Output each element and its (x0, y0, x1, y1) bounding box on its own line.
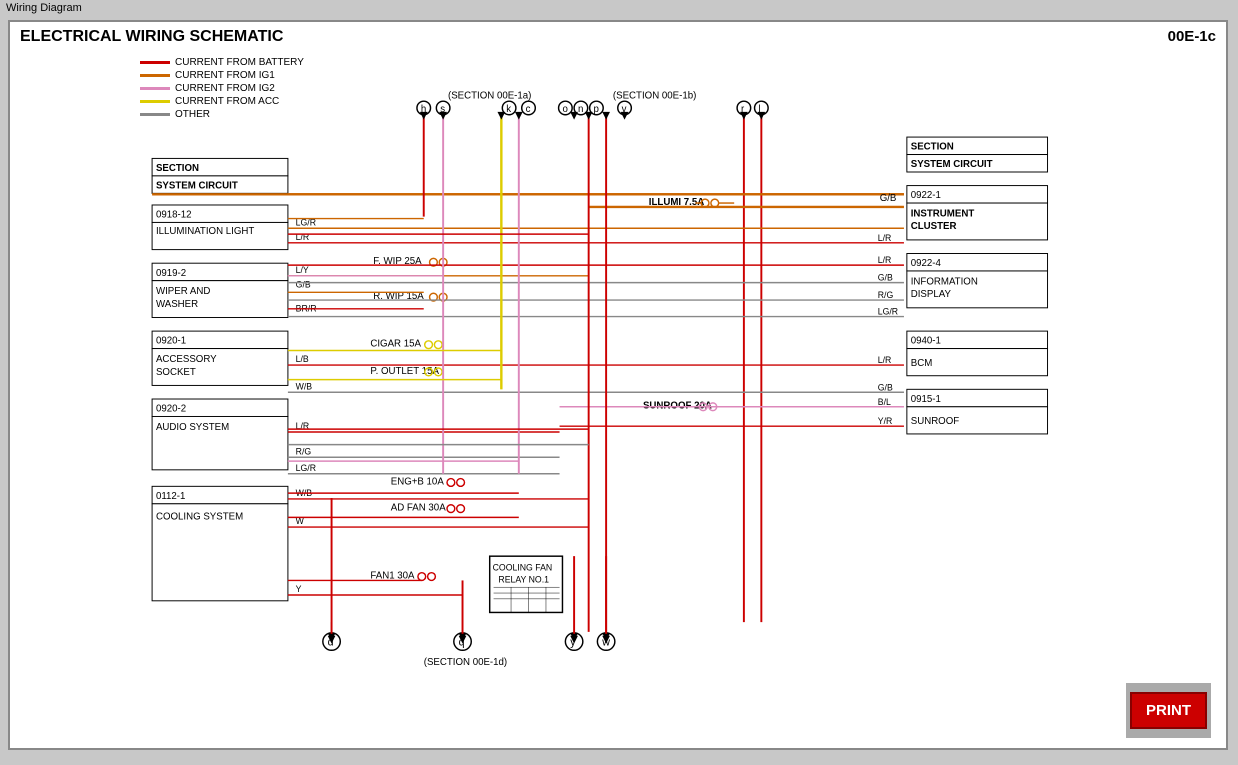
print-area: PRINT (1126, 683, 1211, 738)
wiring-diagram-label: Wiring Diagram (0, 0, 88, 16)
svg-text:L/R: L/R (878, 233, 892, 243)
svg-text:R/G: R/G (296, 446, 312, 456)
svg-text:RELAY NO.1: RELAY NO.1 (498, 574, 549, 584)
page-number: 00E-1c (1168, 28, 1216, 45)
svg-text:0915-1: 0915-1 (911, 394, 941, 405)
svg-text:SECTION: SECTION (911, 142, 954, 153)
svg-text:(SECTION 00E-1a): (SECTION 00E-1a) (448, 90, 531, 101)
svg-text:Y/R: Y/R (878, 416, 893, 426)
svg-text:B/L: B/L (878, 397, 891, 407)
svg-text:INFORMATION: INFORMATION (911, 277, 978, 288)
svg-text:ILLUMINATION LIGHT: ILLUMINATION LIGHT (156, 226, 254, 237)
svg-text:COOLING SYSTEM: COOLING SYSTEM (156, 511, 243, 522)
svg-text:n: n (578, 104, 583, 115)
svg-text:G/B: G/B (878, 382, 893, 392)
svg-text:p: p (594, 104, 599, 115)
wiring-diagram-svg: SECTION SYSTEM CIRCUIT 0918-12 ILLUMINAT… (10, 42, 1080, 692)
svg-text:o: o (562, 104, 567, 115)
diagram-wrapper: ELECTRICAL WIRING SCHEMATIC 00E-1c CURRE… (8, 20, 1228, 750)
svg-text:AUDIO SYSTEM: AUDIO SYSTEM (156, 422, 229, 433)
svg-text:LG/R: LG/R (878, 307, 898, 317)
svg-text:AD FAN 30A: AD FAN 30A (391, 503, 446, 514)
svg-text:LG/R: LG/R (296, 463, 316, 473)
print-button[interactable]: PRINT (1130, 692, 1207, 729)
svg-text:SUNROOF: SUNROOF (911, 416, 960, 427)
svg-text:0920-2: 0920-2 (156, 404, 186, 415)
svg-text:0922-1: 0922-1 (911, 190, 941, 201)
svg-text:INSTRUMENT: INSTRUMENT (911, 209, 975, 220)
svg-text:SECTION: SECTION (156, 163, 199, 174)
svg-text:G/B: G/B (880, 193, 897, 204)
svg-text:0920-1: 0920-1 (156, 336, 186, 347)
svg-text:WIPER AND: WIPER AND (156, 286, 210, 297)
svg-text:L/Y: L/Y (296, 265, 309, 275)
svg-text:CIGAR 15A: CIGAR 15A (370, 339, 421, 350)
svg-text:DISPLAY: DISPLAY (911, 289, 952, 300)
svg-text:COOLING FAN: COOLING FAN (493, 563, 553, 573)
svg-text:L/R: L/R (878, 355, 892, 365)
svg-text:BCM: BCM (911, 358, 933, 369)
svg-text:G/B: G/B (296, 279, 311, 289)
svg-text:SYSTEM CIRCUIT: SYSTEM CIRCUIT (911, 159, 993, 170)
page-title-text: Wiring Diagram (6, 2, 82, 14)
svg-text:(SECTION 00E-1d): (SECTION 00E-1d) (424, 657, 507, 668)
svg-text:0918-12: 0918-12 (156, 210, 192, 221)
svg-text:SYSTEM CIRCUIT: SYSTEM CIRCUIT (156, 180, 238, 191)
svg-text:c: c (526, 104, 531, 115)
svg-text:W/B: W/B (296, 381, 313, 391)
svg-text:0112-1: 0112-1 (156, 491, 185, 502)
svg-text:0919-2: 0919-2 (156, 268, 186, 279)
svg-text:L/B: L/B (296, 354, 309, 364)
svg-text:ENG+B 10A: ENG+B 10A (391, 476, 445, 487)
svg-text:Y: Y (296, 584, 302, 594)
svg-text:k: k (506, 104, 511, 115)
svg-text:CLUSTER: CLUSTER (911, 221, 957, 232)
svg-text:SOCKET: SOCKET (156, 367, 196, 378)
svg-text:L/R: L/R (878, 255, 892, 265)
svg-text:0940-1: 0940-1 (911, 336, 941, 347)
svg-text:WASHER: WASHER (156, 299, 198, 310)
svg-text:ACCESSORY: ACCESSORY (156, 354, 217, 365)
svg-text:R/G: R/G (878, 290, 894, 300)
svg-text:0922-4: 0922-4 (911, 258, 942, 269)
svg-text:G/B: G/B (878, 273, 893, 283)
svg-text:(SECTION 00E-1b): (SECTION 00E-1b) (613, 90, 696, 101)
